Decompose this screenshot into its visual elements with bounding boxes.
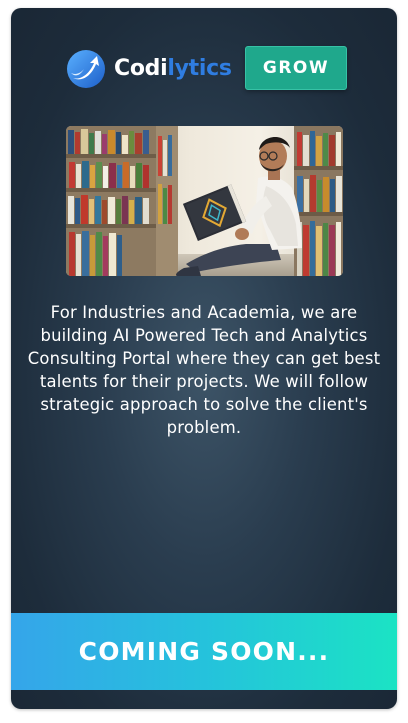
brand-name-part1: Codi [114, 56, 168, 81]
coming-soon-text: COMING SOON... [78, 637, 330, 666]
landing-card: Codilytics GROW For Industries and Acade… [11, 8, 397, 709]
brand-logo[interactable]: Codilytics [66, 49, 232, 89]
student-reading-library-image [66, 126, 343, 276]
arrow-swoosh-icon [67, 50, 105, 88]
coming-soon-banner: COMING SOON... [11, 613, 397, 690]
header: Codilytics GROW [11, 46, 397, 90]
grow-button[interactable]: GROW [245, 46, 347, 90]
brand-name-part2: lytics [167, 56, 232, 81]
hero-image [66, 126, 343, 276]
brand-name: Codilytics [114, 49, 232, 89]
description-text: For Industries and Academia, we are buil… [27, 303, 381, 437]
